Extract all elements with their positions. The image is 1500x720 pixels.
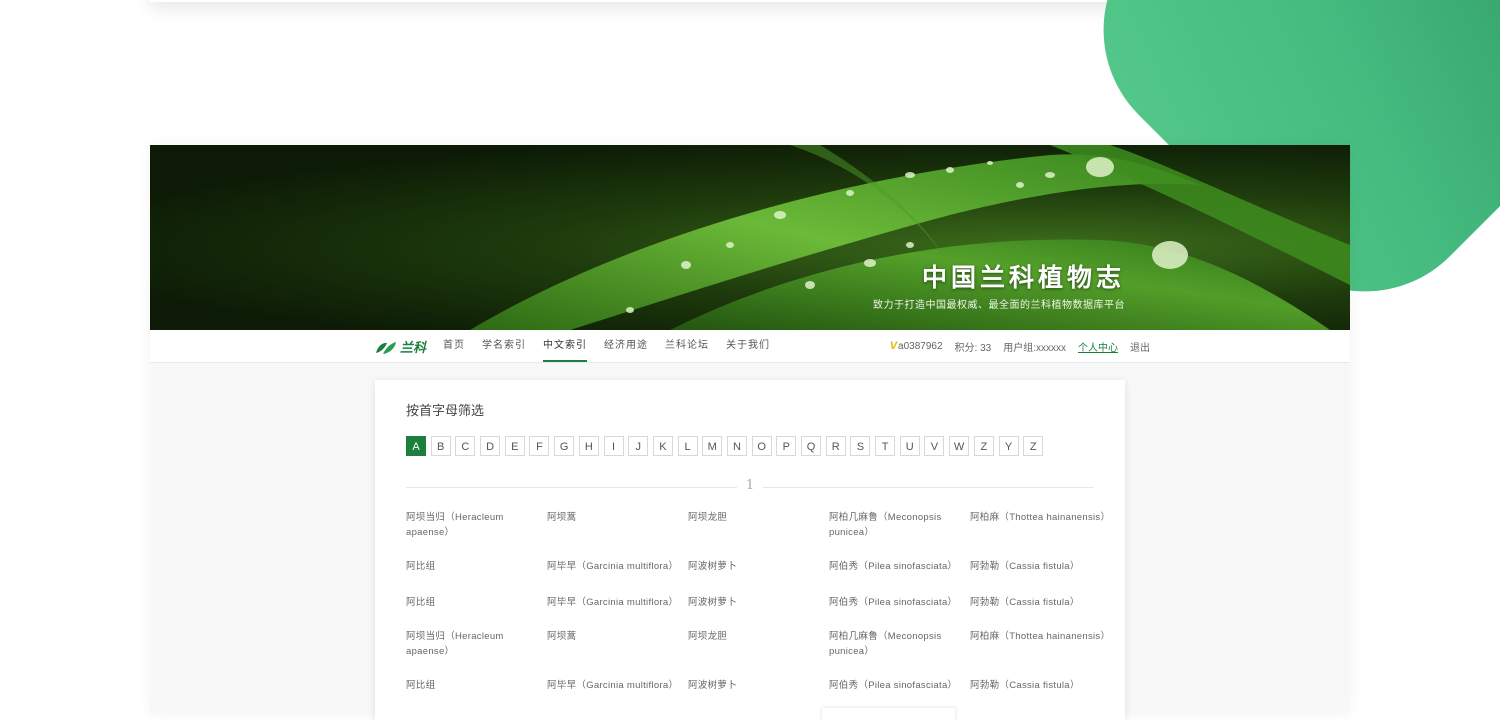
species-link[interactable]: 阿坝当归（Heracleum apaense） bbox=[406, 629, 547, 659]
species-link[interactable]: 阿伯秀（Pilea sinofasciata） bbox=[829, 559, 970, 574]
letter-button-a[interactable]: A bbox=[406, 436, 426, 456]
site-logo[interactable]: 兰科 bbox=[375, 337, 426, 356]
species-link[interactable]: 阿伯秀（Pilea sinofasciata） bbox=[829, 595, 970, 610]
species-link[interactable]: 阿柏几麻鲁（Meconopsis punicea） bbox=[829, 629, 970, 659]
letter-button-r[interactable]: R bbox=[825, 436, 846, 456]
user-info: Va0387962 积分: 33 用户组:xxxxxx 个人中心 退出 bbox=[878, 330, 1150, 362]
letter-button-f[interactable]: F bbox=[529, 436, 550, 456]
letter-filter: ABCDEFGHIJKLMNOPQRSTUVWZYZ bbox=[406, 436, 1048, 456]
letter-button-i[interactable]: I bbox=[603, 436, 624, 456]
letter-button-h[interactable]: H bbox=[578, 436, 599, 456]
leaf-logo-icon bbox=[376, 341, 396, 354]
species-row: 阿坝当归（Heracleum apaense） 阿坝蒿 阿坝龙胆 阿柏几麻鲁（Meco… bbox=[406, 510, 1111, 540]
letter-button-c[interactable]: C bbox=[455, 436, 476, 456]
species-link[interactable]: 阿比组 bbox=[406, 595, 547, 610]
species-link[interactable]: 阿波树萝卜 bbox=[688, 595, 829, 610]
species-link[interactable]: 阿比组 bbox=[406, 559, 547, 574]
species-link[interactable]: 阿柏几麻鲁（Meconopsis punicea） bbox=[829, 510, 970, 540]
species-link[interactable]: 阿柏麻（Thottea hainanensis） bbox=[970, 629, 1111, 659]
letter-button-z[interactable]: Z bbox=[1023, 436, 1044, 456]
letter-button-l[interactable]: L bbox=[677, 436, 698, 456]
species-link[interactable]: 阿坝龙胆 bbox=[688, 510, 829, 540]
letter-button-k[interactable]: K bbox=[652, 436, 673, 456]
letter-button-o[interactable]: O bbox=[751, 436, 772, 456]
username: a0387962 bbox=[898, 341, 943, 352]
index-card: 按首字母筛选 ABCDEFGHIJKLMNOPQRSTUVWZYZ 1 阿坝当归… bbox=[375, 380, 1125, 720]
letter-button-p[interactable]: P bbox=[776, 436, 797, 456]
letter-button-t[interactable]: T bbox=[875, 436, 896, 456]
species-link[interactable]: 阿比组 bbox=[406, 678, 547, 693]
nav-item-home[interactable]: 首页 bbox=[443, 330, 465, 362]
vip-icon: V bbox=[889, 340, 898, 352]
letter-button-e[interactable]: E bbox=[504, 436, 525, 456]
letter-button-w[interactable]: W bbox=[949, 436, 970, 456]
user-points: 积分: 33 bbox=[954, 342, 992, 354]
letter-button-u[interactable]: U bbox=[899, 436, 920, 456]
species-link[interactable]: 阿波树萝卜 bbox=[688, 678, 829, 693]
species-row: 阿比组 阿毕早（Garcinia multiflora） 阿波树萝卜 阿伯秀（Pile… bbox=[406, 595, 1111, 610]
user-center-link[interactable]: 个人中心 bbox=[1078, 339, 1118, 354]
nav-item-forum[interactable]: 兰科论坛 bbox=[665, 330, 709, 362]
nav-item-chinese-index[interactable]: 中文索引 bbox=[543, 330, 587, 362]
species-link[interactable]: 阿坝蒿 bbox=[547, 629, 688, 659]
nav-item-about[interactable]: 关于我们 bbox=[726, 330, 770, 362]
species-link[interactable]: 阿毕早（Garcinia multiflora） bbox=[547, 595, 688, 610]
top-navigation: 兰科 首页 学名索引 中文索引 经济用途 兰科论坛 关于我们 Va0387962… bbox=[150, 330, 1350, 363]
user-group: 用户组:xxxxxx bbox=[1003, 342, 1066, 354]
letter-button-z[interactable]: Z bbox=[973, 436, 994, 456]
letter-button-y[interactable]: Y bbox=[998, 436, 1019, 456]
species-link[interactable]: 阿坝龙胆 bbox=[688, 629, 829, 659]
letter-button-v[interactable]: V bbox=[924, 436, 945, 456]
username-block: Va0387962 bbox=[878, 340, 943, 352]
species-link[interactable]: 阿坝蒿 bbox=[547, 510, 688, 540]
species-row: 阿比组 阿毕早（Garcinia multiflora） 阿波树萝卜 阿伯秀（Pile… bbox=[406, 678, 1111, 693]
logout-link[interactable]: 退出 bbox=[1130, 339, 1150, 354]
species-row: 阿比组 阿毕早（Garcinia multiflora） 阿波树萝卜 阿伯秀（Pile… bbox=[406, 559, 1111, 574]
nav-item-economic-uses[interactable]: 经济用途 bbox=[604, 330, 648, 362]
species-link[interactable]: 阿毕早（Garcinia multiflora） bbox=[547, 678, 688, 693]
floating-panel-edge bbox=[822, 708, 955, 720]
letter-button-g[interactable]: G bbox=[554, 436, 575, 456]
letter-button-d[interactable]: D bbox=[480, 436, 501, 456]
species-link[interactable]: 阿柏麻（Thottea hainanensis） bbox=[970, 510, 1111, 540]
letter-button-q[interactable]: Q bbox=[801, 436, 821, 456]
filter-title: 按首字母筛选 bbox=[406, 403, 485, 418]
logo-text: 兰科 bbox=[400, 341, 427, 356]
species-link[interactable]: 阿伯秀（Pilea sinofasciata） bbox=[829, 678, 970, 693]
hero-banner: 中国兰科植物志 致力于打造中国最权威、最全面的兰科植物数据库平台 bbox=[150, 145, 1350, 330]
letter-button-j[interactable]: J bbox=[628, 436, 649, 456]
species-link[interactable]: 阿波树萝卜 bbox=[688, 559, 829, 574]
letter-button-b[interactable]: B bbox=[430, 436, 451, 456]
site-title: 中国兰科植物志 bbox=[921, 263, 1125, 292]
letter-button-n[interactable]: N bbox=[726, 436, 747, 456]
section-number: 1 bbox=[737, 478, 763, 493]
species-link[interactable]: 阿勃勒（Cassia fistula） bbox=[970, 595, 1111, 610]
species-row: 阿坝当归（Heracleum apaense） 阿坝蒿 阿坝龙胆 阿柏几麻鲁（Meco… bbox=[406, 629, 1111, 659]
grass-leaves-image bbox=[470, 145, 1350, 330]
letter-button-m[interactable]: M bbox=[702, 436, 723, 456]
nav-item-scientific-index[interactable]: 学名索引 bbox=[482, 330, 526, 362]
species-link[interactable]: 阿坝当归（Heracleum apaense） bbox=[406, 510, 547, 540]
letter-button-s[interactable]: S bbox=[850, 436, 871, 456]
page-mockup: 中国兰科植物志 致力于打造中国最权威、最全面的兰科植物数据库平台 兰科 首页 学… bbox=[150, 145, 1350, 720]
site-subtitle: 致力于打造中国最权威、最全面的兰科植物数据库平台 bbox=[873, 300, 1125, 311]
nav-menu: 首页 学名索引 中文索引 经济用途 兰科论坛 关于我们 bbox=[443, 330, 787, 362]
species-link[interactable]: 阿毕早（Garcinia multiflora） bbox=[547, 559, 688, 574]
species-link[interactable]: 阿勃勒（Cassia fistula） bbox=[970, 559, 1111, 574]
species-link[interactable]: 阿勃勒（Cassia fistula） bbox=[970, 678, 1111, 693]
